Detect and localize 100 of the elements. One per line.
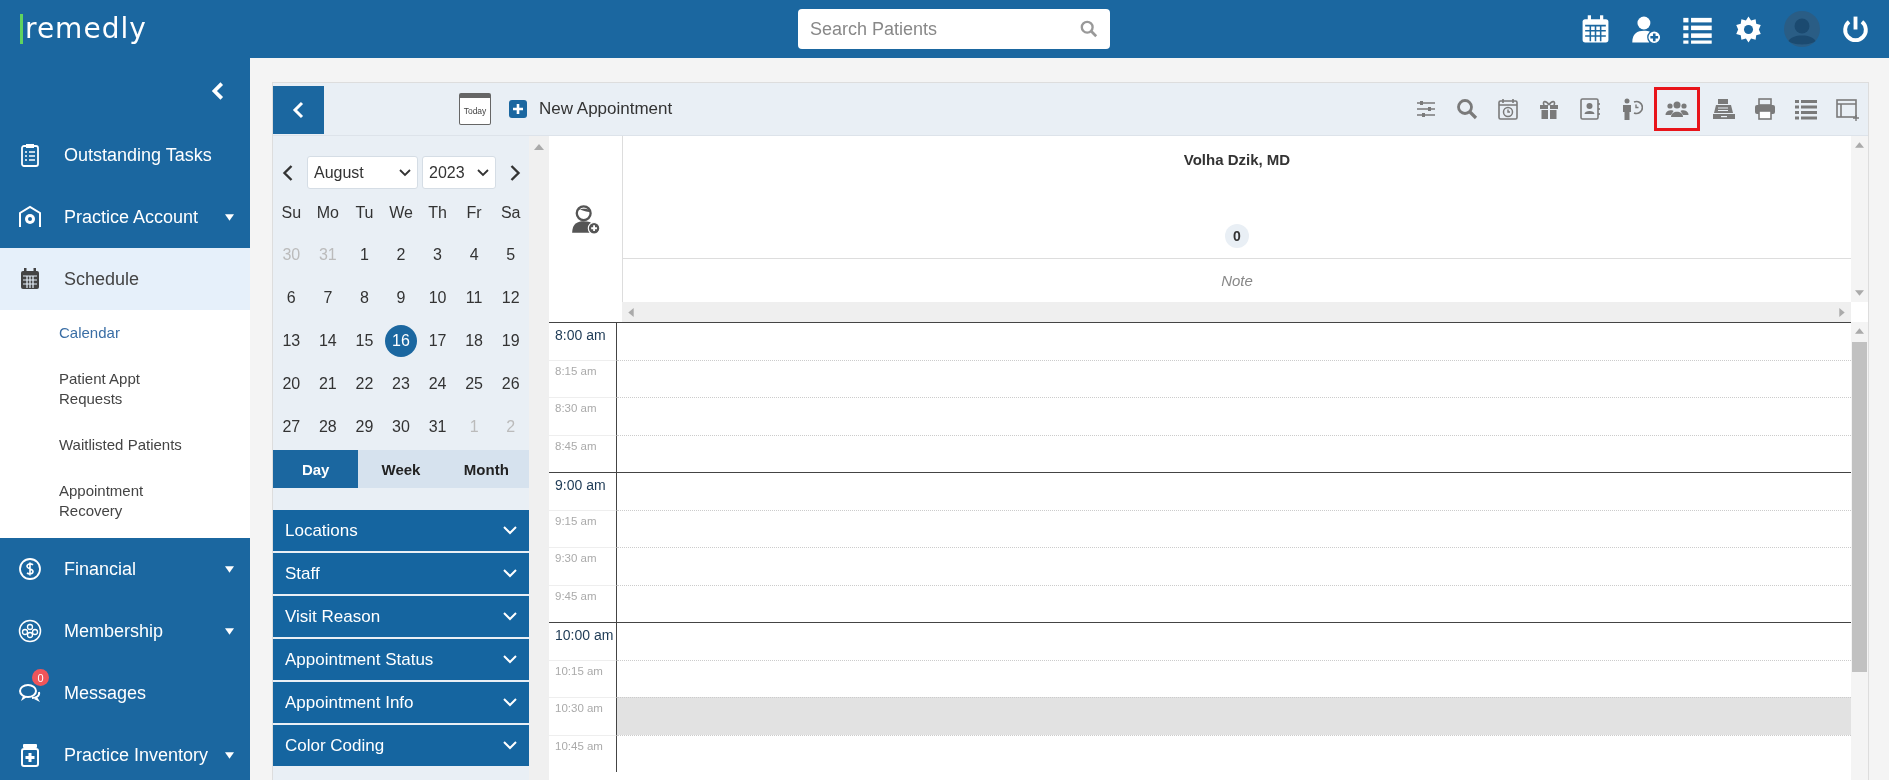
- calendar-day[interactable]: 31: [421, 410, 454, 443]
- scrollbar[interactable]: [529, 136, 549, 780]
- sidebar-item[interactable]: 0 Messages: [0, 662, 250, 724]
- printer-icon: [1752, 97, 1777, 121]
- weekday-label: We: [388, 203, 414, 223]
- sidebar-item[interactable]: Financial: [0, 538, 250, 600]
- calendar-day[interactable]: 26: [494, 367, 527, 400]
- calendar-day[interactable]: 14: [311, 324, 344, 357]
- filter-accordion[interactable]: Appointment Status: [273, 639, 529, 680]
- search-icon: [1454, 97, 1479, 121]
- scrollbar[interactable]: [1851, 322, 1868, 780]
- calendar-day[interactable]: 22: [348, 367, 381, 400]
- chevron-down-icon: [503, 569, 517, 578]
- submenu-item[interactable]: Waitlisted Patients: [0, 422, 199, 468]
- calendar-day[interactable]: 23: [385, 367, 417, 400]
- filter-accordion[interactable]: Staff: [273, 553, 529, 594]
- chat-bubbles-icon: [18, 681, 42, 705]
- sidebar-item[interactable]: Practice Inventory: [0, 724, 250, 780]
- search-field[interactable]: Search Patients: [798, 9, 1110, 49]
- window-add-icon: [1834, 97, 1859, 121]
- new-appointment-button[interactable]: New Appointment: [505, 95, 677, 123]
- calendar-day[interactable]: 9: [385, 281, 417, 314]
- calendar-day[interactable]: 5: [494, 238, 527, 271]
- sidebar-item[interactable]: Outstanding Tasks: [0, 124, 250, 186]
- scrollbar[interactable]: [1851, 136, 1868, 302]
- scroll-up-icon[interactable]: [534, 144, 544, 150]
- scroll-up-icon[interactable]: [1855, 328, 1864, 334]
- calendar-day[interactable]: 8: [348, 281, 381, 314]
- scroll-down-icon[interactable]: [1855, 290, 1864, 296]
- submenu-item[interactable]: Calendar: [0, 310, 199, 356]
- appointment-count: 0: [1225, 224, 1249, 248]
- calendar-day[interactable]: 4: [458, 238, 491, 271]
- calendar-day[interactable]: 17: [421, 324, 454, 357]
- calendar-day[interactable]: 15: [348, 324, 381, 357]
- people-circle-icon: [18, 619, 42, 643]
- time-label: 8:15 am: [549, 359, 617, 397]
- calendar-day[interactable]: 13: [275, 324, 308, 357]
- scroll-left-icon[interactable]: [628, 307, 634, 317]
- weekday-label: Mo: [315, 203, 340, 223]
- contact-card-icon: [1577, 97, 1602, 121]
- filter-accordion[interactable]: Color Coding: [273, 725, 529, 766]
- time-label: 8:00 am: [549, 322, 617, 360]
- calendar-day[interactable]: 16: [385, 324, 417, 357]
- weekday-label: Su: [280, 203, 303, 223]
- sidebar-item[interactable]: Membership: [0, 600, 250, 662]
- chevron-down-icon: [503, 526, 517, 535]
- add-user-icon[interactable]: [570, 204, 601, 234]
- weekday-label: Th: [427, 203, 448, 223]
- provider-name: Volha Dzik, MD: [1183, 151, 1291, 168]
- next-month-icon[interactable]: [508, 163, 522, 182]
- scroll-right-icon[interactable]: [1839, 307, 1845, 317]
- calendar-day[interactable]: 25: [458, 367, 491, 400]
- scroll-thumb[interactable]: [1852, 342, 1867, 672]
- calendar-day[interactable]: 12: [494, 281, 527, 314]
- calendar-day[interactable]: 28: [311, 410, 344, 443]
- submenu-item[interactable]: Patient Appt Requests: [0, 356, 199, 422]
- calendar-day[interactable]: 18: [458, 324, 491, 357]
- time-label: 9:45 am: [549, 584, 617, 622]
- scroll-up-icon[interactable]: [1855, 142, 1864, 148]
- view-tab[interactable]: Week: [358, 450, 444, 488]
- list-icon: [1793, 97, 1818, 121]
- dollar-icon: [18, 557, 42, 581]
- medicine-jar-icon: [18, 743, 42, 767]
- calendar-icon[interactable]: [1580, 13, 1611, 45]
- calendar-day[interactable]: 7: [311, 281, 344, 314]
- search-icon[interactable]: [1080, 20, 1098, 38]
- calendar-day[interactable]: 19: [494, 324, 527, 357]
- calendar-day[interactable]: 1: [348, 238, 381, 271]
- house-gear-icon: [18, 205, 42, 229]
- calendar-day[interactable]: 6: [275, 281, 308, 314]
- view-tab[interactable]: Day: [273, 450, 359, 488]
- clipboard-icon: [18, 143, 42, 167]
- filter-accordion[interactable]: Visit Reason: [273, 596, 529, 637]
- view-tab[interactable]: Month: [443, 450, 529, 488]
- calendar-day[interactable]: 30: [385, 410, 417, 443]
- calendar-day[interactable]: 20: [275, 367, 308, 400]
- calendar-day[interactable]: 3: [421, 238, 454, 271]
- calendar-day[interactable]: 2: [385, 238, 417, 271]
- group-button[interactable]: [1654, 87, 1700, 131]
- today-button[interactable]: Today: [459, 93, 491, 125]
- calendar-day[interactable]: 24: [421, 367, 454, 400]
- previous-month-icon[interactable]: [281, 163, 295, 182]
- filter-accordion[interactable]: Locations: [273, 510, 529, 551]
- submenu-item[interactable]: Appointment Recovery: [0, 468, 199, 534]
- sidebar-label: Membership: [64, 620, 165, 642]
- month-select[interactable]: August: [307, 156, 418, 189]
- sidebar-item[interactable]: Schedule: [0, 248, 250, 310]
- calendar-clock-icon: [1495, 97, 1520, 121]
- scrollbar[interactable]: [622, 302, 1851, 322]
- chevron-down-icon: [399, 168, 411, 177]
- calendar-day[interactable]: 10: [421, 281, 454, 314]
- calendar-day[interactable]: 11: [458, 281, 491, 314]
- note-field[interactable]: Note: [623, 259, 1851, 302]
- calendar-day[interactable]: 21: [311, 367, 344, 400]
- sidebar-item[interactable]: Practice Account: [0, 186, 250, 248]
- calendar-day[interactable]: 27: [275, 410, 308, 443]
- calendar-day[interactable]: 29: [348, 410, 381, 443]
- year-select[interactable]: 2023: [422, 156, 496, 189]
- filter-accordion[interactable]: Appointment Info: [273, 682, 529, 723]
- back-button[interactable]: [273, 86, 324, 134]
